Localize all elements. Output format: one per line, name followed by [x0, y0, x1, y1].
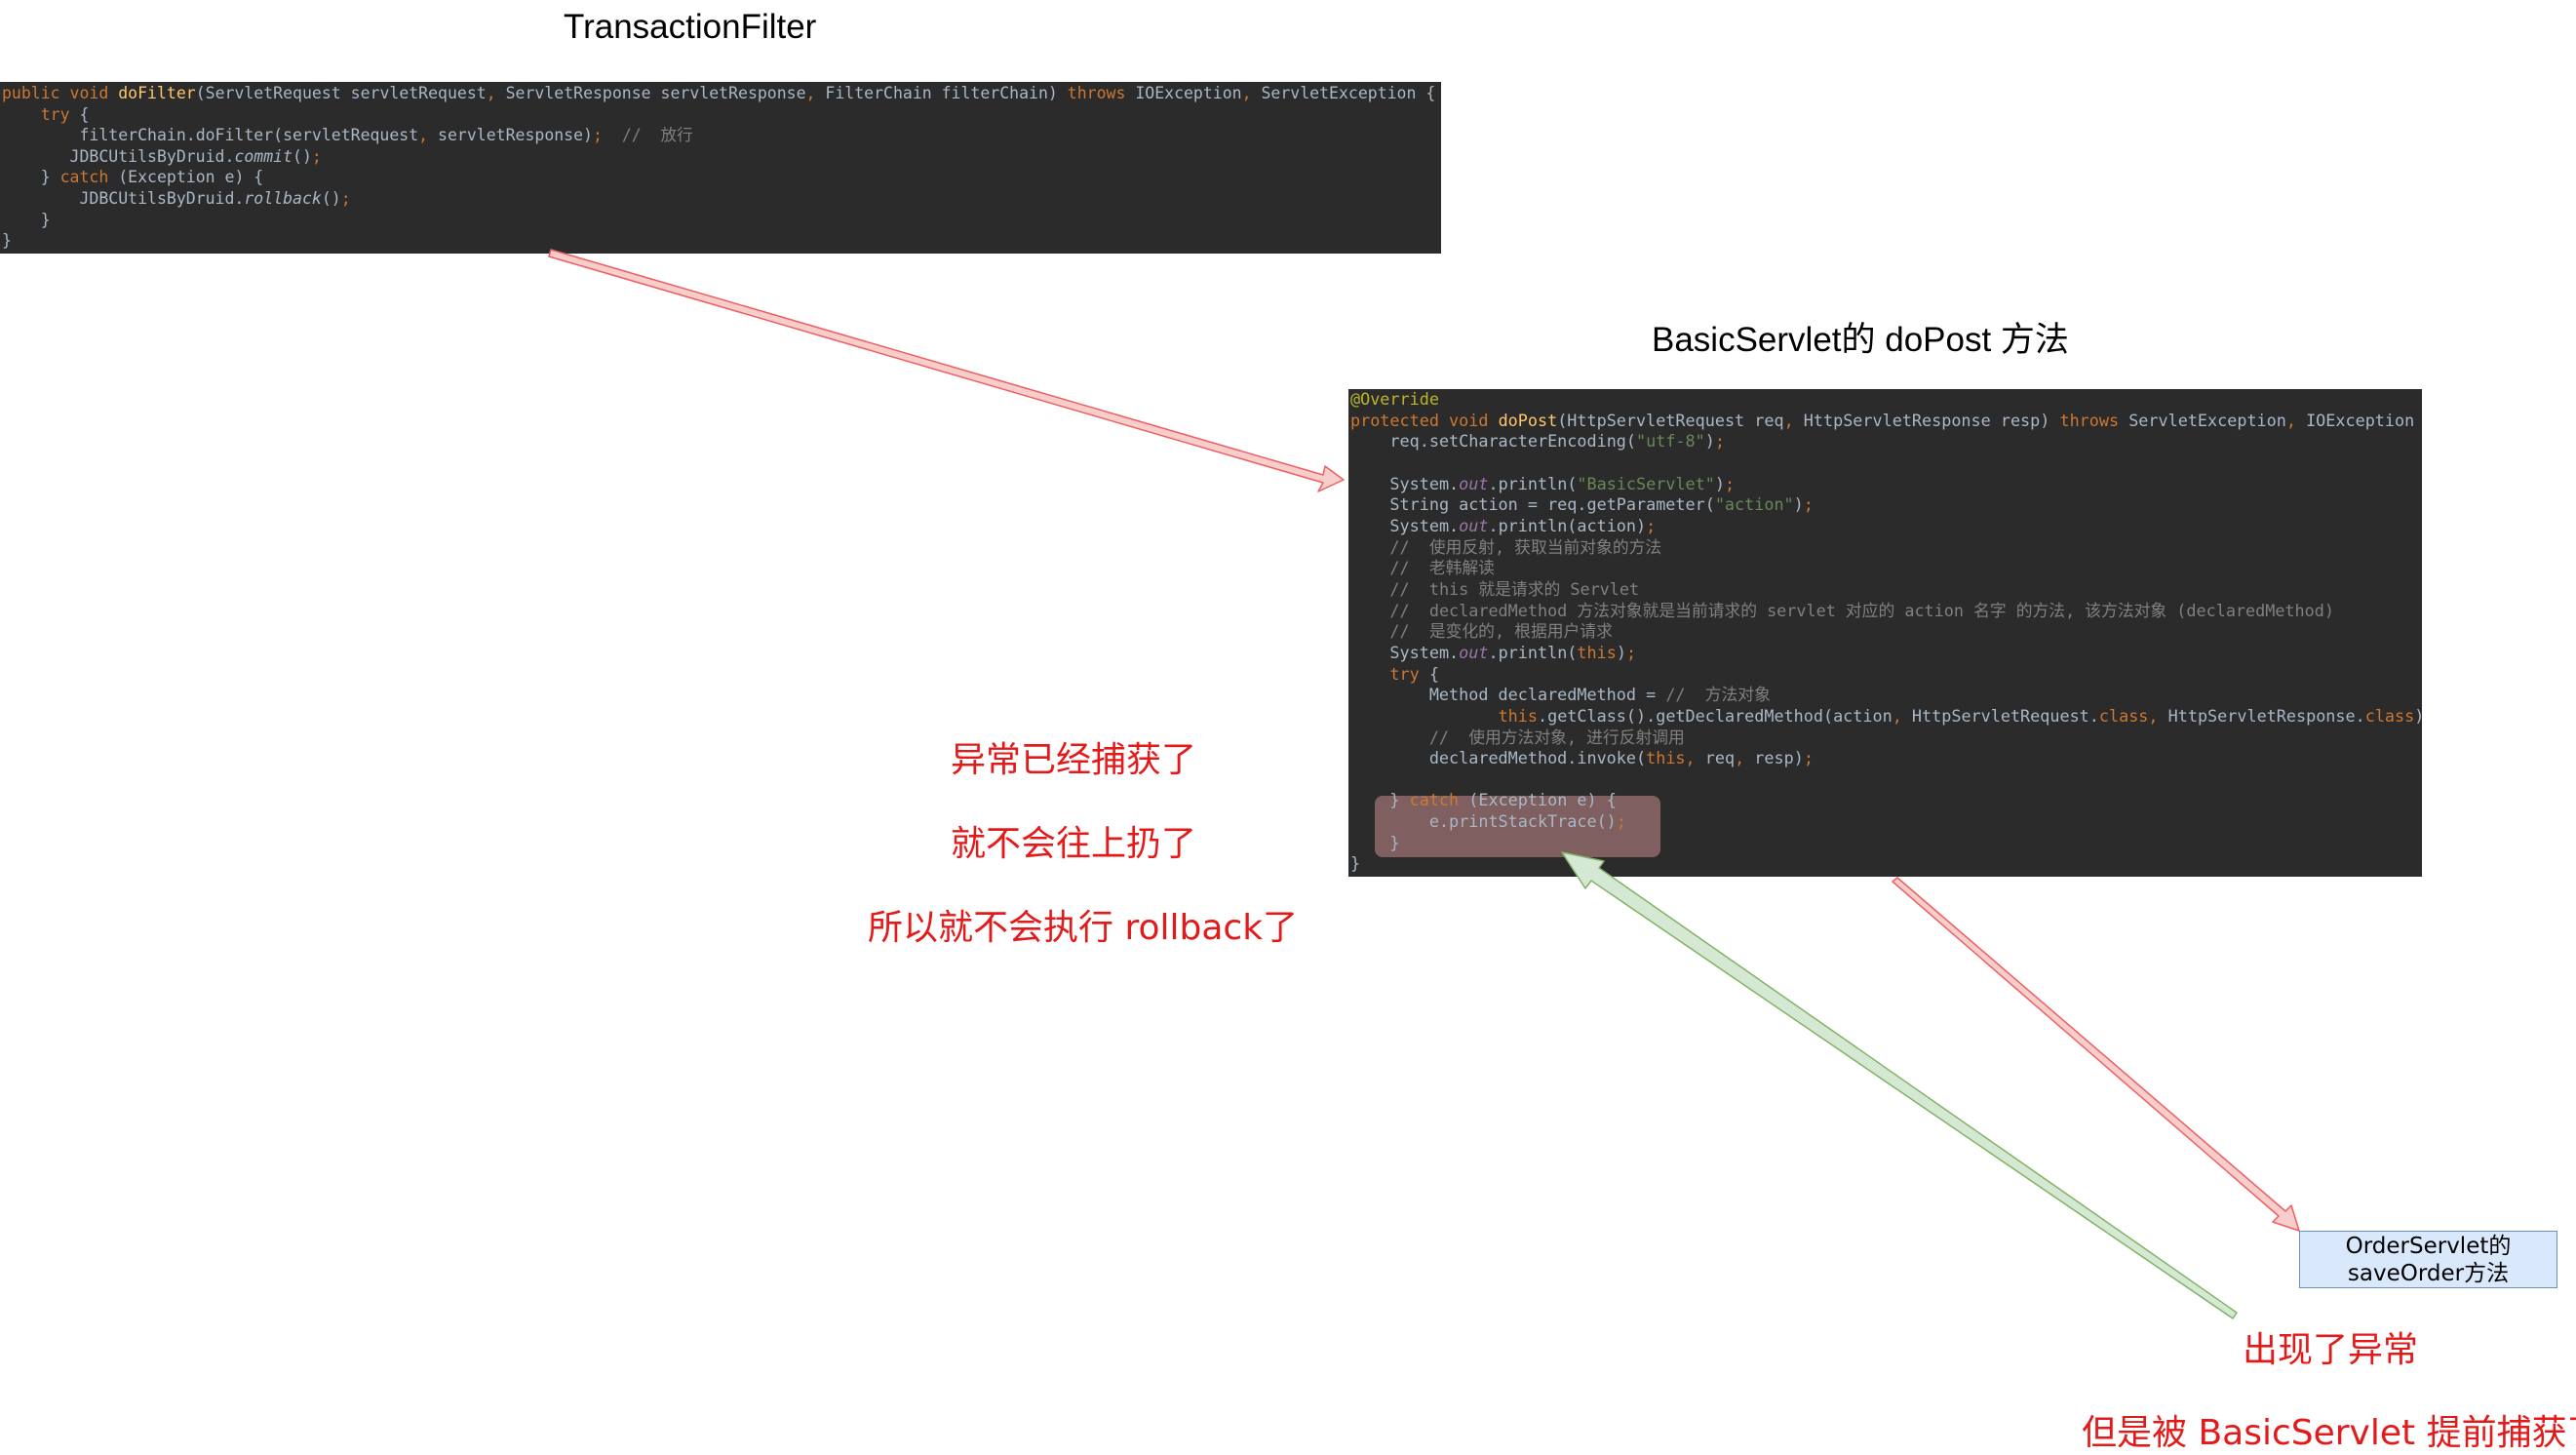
- order-box-line1: OrderServlet的: [2345, 1233, 2512, 1259]
- arrow-filter-to-dopost: [548, 249, 1345, 492]
- note-caught-early: 但是被 BasicServlet 提前捕获了: [2082, 1413, 2576, 1453]
- note-no-rollback: 所以就不会执行 rollback了: [868, 908, 1299, 948]
- note-no-rethrow: 就不会往上扔了: [951, 824, 1197, 864]
- note-exception-caught: 异常已经捕获了: [951, 740, 1197, 780]
- note-exception-occurred: 出现了异常: [2243, 1330, 2419, 1370]
- flow-arrows: [548, 249, 2300, 1319]
- arrow-dopost-to-orderservlet: [1892, 877, 2300, 1232]
- order-box-line2: saveOrder方法: [2347, 1260, 2510, 1286]
- order-servlet-save-order-box: OrderServlet的 saveOrder方法: [2299, 1231, 2557, 1288]
